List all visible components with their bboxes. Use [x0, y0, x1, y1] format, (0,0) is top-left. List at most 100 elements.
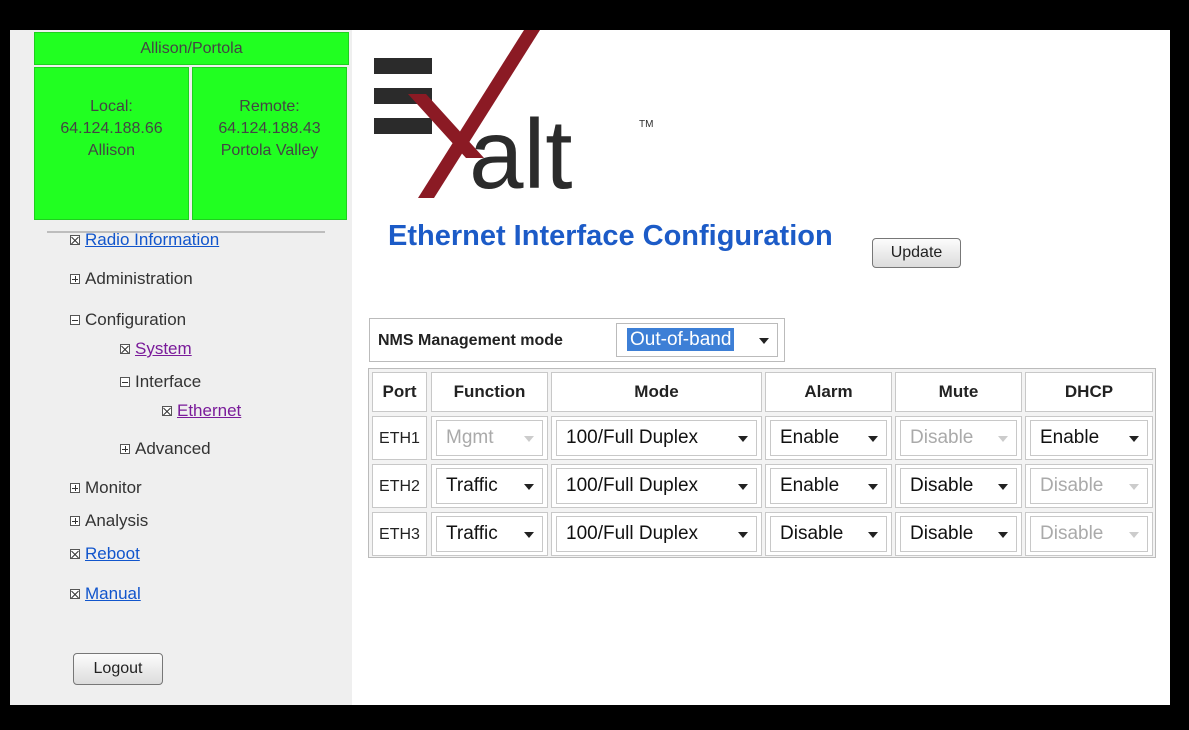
item-x-icon: [70, 235, 80, 245]
nav-reboot-link[interactable]: Reboot: [85, 544, 140, 564]
table-cell: 100/Full Duplex: [551, 416, 762, 460]
mute-value: Disable: [910, 427, 974, 448]
browser-page: Allison/Portola Local: 64.124.188.66 All…: [10, 30, 1170, 705]
exalt-logo-mark: alt TM: [374, 30, 653, 209]
mode-select-eth3[interactable]: 100/Full Duplex: [556, 516, 757, 552]
port-cell-eth1: ETH1: [372, 416, 427, 460]
expand-plus-icon: [70, 483, 80, 493]
alarm-select-eth1[interactable]: Enable: [770, 420, 887, 456]
col-header-alarm: Alarm: [765, 372, 892, 412]
dropdown-arrow-icon: [759, 338, 769, 344]
col-header-function: Function: [431, 372, 548, 412]
nav-interface[interactable]: Interface: [120, 371, 201, 393]
dhcp-select-eth2: Disable: [1030, 468, 1148, 504]
nav-system[interactable]: System: [120, 338, 192, 360]
mute-select-eth1: Disable: [900, 420, 1017, 456]
nav-ethernet-link[interactable]: Ethernet: [177, 401, 241, 421]
alarm-value: Enable: [780, 427, 840, 448]
port-cell-eth2: ETH2: [372, 464, 427, 508]
nav-administration-label: Administration: [85, 269, 193, 288]
function-select-eth2[interactable]: Traffic: [436, 468, 543, 504]
nms-management-select[interactable]: Out-of-band: [616, 323, 778, 357]
ethernet-config-table: Port Function Mode Alarm Mute DHCP ETH1 …: [368, 368, 1156, 558]
table-cell: Disable: [1025, 512, 1153, 556]
function-value: Mgmt: [446, 427, 494, 448]
remote-ip: 64.124.188.43: [218, 120, 321, 137]
port-cell-eth3: ETH3: [372, 512, 427, 556]
nav-administration[interactable]: Administration: [70, 268, 193, 290]
mute-select-eth2[interactable]: Disable: [900, 468, 1017, 504]
table-cell: Traffic: [431, 512, 548, 556]
page-title: Ethernet Interface Configuration: [388, 220, 833, 252]
dropdown-arrow-icon: [738, 484, 748, 490]
dropdown-arrow-icon: [524, 484, 534, 490]
update-button[interactable]: Update: [872, 238, 961, 268]
col-header-port: Port: [372, 372, 427, 412]
remote-device-panel: Remote: 64.124.188.43 Portola Valley: [192, 67, 347, 220]
mode-value: 100/Full Duplex: [566, 475, 699, 496]
nav-monitor[interactable]: Monitor: [70, 477, 142, 499]
col-header-mute: Mute: [895, 372, 1022, 412]
nav-interface-label: Interface: [135, 372, 202, 391]
nms-management-value: Out-of-band: [627, 328, 735, 351]
dropdown-arrow-icon: [738, 436, 748, 442]
dropdown-arrow-icon: [998, 484, 1008, 490]
nav-configuration-label: Configuration: [85, 310, 187, 329]
expand-plus-icon: [70, 516, 80, 526]
nav-manual-link[interactable]: Manual: [85, 584, 141, 604]
nav-analysis[interactable]: Analysis: [70, 510, 148, 532]
logo-trademark: TM: [639, 119, 653, 130]
dropdown-arrow-icon: [1129, 436, 1139, 442]
table-cell: Enable: [1025, 416, 1153, 460]
item-x-icon: [70, 589, 80, 599]
dropdown-arrow-icon: [998, 532, 1008, 538]
mode-value: 100/Full Duplex: [566, 427, 699, 448]
alarm-select-eth3[interactable]: Disable: [770, 516, 887, 552]
dropdown-arrow-icon: [868, 436, 878, 442]
nav-advanced[interactable]: Advanced: [120, 438, 211, 460]
dhcp-select-eth3: Disable: [1030, 516, 1148, 552]
mute-select-eth3[interactable]: Disable: [900, 516, 1017, 552]
nav-radio-information[interactable]: Radio Information: [70, 229, 219, 251]
mute-value: Disable: [910, 523, 974, 544]
table-cell: Mgmt: [431, 416, 548, 460]
nav-reboot[interactable]: Reboot: [70, 543, 140, 565]
mode-select-eth1[interactable]: 100/Full Duplex: [556, 420, 757, 456]
dhcp-value: Disable: [1040, 523, 1104, 544]
alarm-value: Enable: [780, 475, 840, 496]
alarm-value: Disable: [780, 523, 844, 544]
col-header-mode: Mode: [551, 372, 762, 412]
nav-manual[interactable]: Manual: [70, 583, 141, 605]
alarm-select-eth2[interactable]: Enable: [770, 468, 887, 504]
table-cell: 100/Full Duplex: [551, 512, 762, 556]
nav-configuration[interactable]: Configuration: [70, 309, 186, 331]
dropdown-arrow-icon: [998, 436, 1008, 442]
logout-button[interactable]: Logout: [73, 653, 163, 685]
table-cell: Disable: [765, 512, 892, 556]
dropdown-arrow-icon: [738, 532, 748, 538]
logo-wordmark: alt: [469, 99, 573, 209]
collapse-minus-icon: [120, 377, 130, 387]
nav-ethernet[interactable]: Ethernet: [162, 400, 241, 422]
function-select-eth3[interactable]: Traffic: [436, 516, 543, 552]
dhcp-select-eth1[interactable]: Enable: [1030, 420, 1148, 456]
exalt-logo: alt TM: [374, 30, 684, 220]
item-x-icon: [120, 344, 130, 354]
expand-plus-icon: [70, 274, 80, 284]
local-device-panel: Local: 64.124.188.66 Allison: [34, 67, 189, 220]
expand-plus-icon: [120, 444, 130, 454]
nav-system-link[interactable]: System: [135, 339, 192, 359]
nav-advanced-label: Advanced: [135, 439, 211, 458]
mode-select-eth2[interactable]: 100/Full Duplex: [556, 468, 757, 504]
dropdown-arrow-icon: [868, 484, 878, 490]
local-label: Local:: [90, 98, 133, 115]
function-select-eth1: Mgmt: [436, 420, 543, 456]
dropdown-arrow-icon: [1129, 484, 1139, 490]
collapse-minus-icon: [70, 315, 80, 325]
nav-radio-information-link[interactable]: Radio Information: [85, 230, 219, 250]
table-cell: 100/Full Duplex: [551, 464, 762, 508]
dropdown-arrow-icon: [524, 436, 534, 442]
nms-management-label: NMS Management mode: [378, 332, 563, 349]
item-x-icon: [70, 549, 80, 559]
mode-value: 100/Full Duplex: [566, 523, 699, 544]
